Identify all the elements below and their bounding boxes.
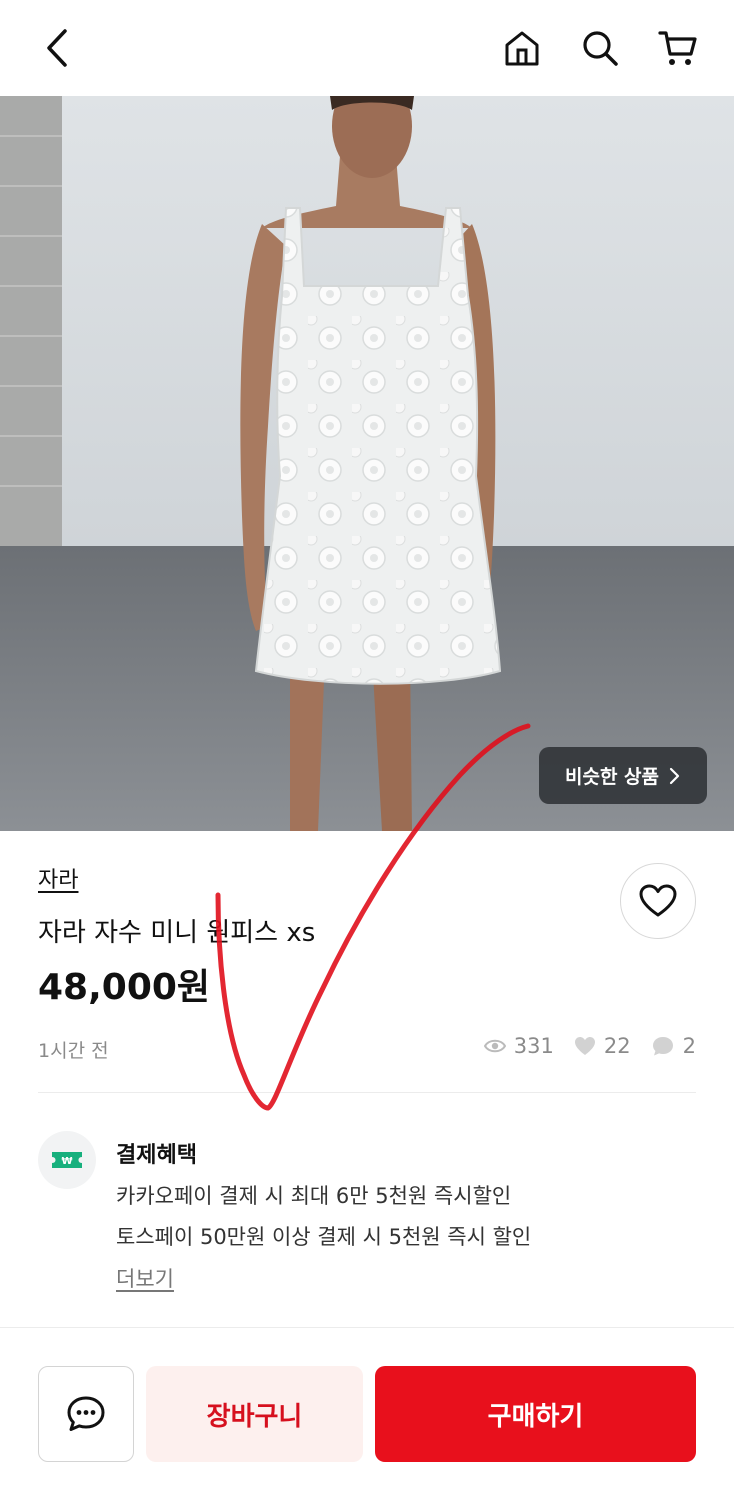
home-icon [505, 31, 539, 66]
likes-count: 22 [603, 1034, 631, 1058]
search-icon [583, 31, 618, 66]
benefit-line-tosspay: 토스페이 50만원 이상 결제 시 5천원 즉시 할인 [116, 1225, 532, 1249]
chats-count: 2 [682, 1034, 696, 1058]
payment-benefit-icon: ₩ [38, 1131, 96, 1189]
chevron-left-icon [47, 29, 67, 67]
divider [38, 1092, 696, 1093]
chat-bubble-icon [652, 1037, 673, 1056]
eye-icon [483, 1039, 506, 1053]
posted-time: 1시간 전 [38, 1040, 109, 1062]
product-title: 자라 자수 미니 원피스 xs [38, 918, 316, 948]
top-bar [0, 0, 734, 96]
buy-now-button[interactable]: 구매하기 [375, 1366, 696, 1462]
add-to-cart-button[interactable]: 장바구니 [146, 1366, 363, 1462]
product-stats: 331 22 2 [470, 1034, 696, 1058]
like-button[interactable] [620, 863, 696, 939]
back-button[interactable] [34, 24, 82, 72]
footer-divider [0, 1327, 734, 1328]
similar-products-label: 비슷한 상품 [564, 766, 659, 788]
likes-stat: 22 [574, 1034, 631, 1058]
chevron-right-icon [669, 767, 680, 784]
benefit-title: 결제혜택 [116, 1143, 197, 1168]
chat-button[interactable] [38, 1366, 134, 1462]
benefit-line-kakaopay: 카카오페이 결제 시 최대 6만 5천원 즉시할인 [116, 1184, 512, 1208]
more-link[interactable]: 더보기 [116, 1263, 174, 1293]
svg-text:₩: ₩ [61, 1156, 72, 1167]
heart-icon [639, 884, 677, 917]
chats-stat: 2 [651, 1034, 696, 1058]
cart-icon [658, 31, 697, 65]
brand-link[interactable]: 자라 [38, 862, 78, 894]
cart-button[interactable] [654, 24, 702, 72]
chat-icon [67, 1396, 105, 1431]
won-ticket-icon: ₩ [52, 1152, 82, 1168]
home-button[interactable] [498, 24, 546, 72]
heart-filled-icon [574, 1037, 595, 1055]
search-button[interactable] [576, 24, 624, 72]
product-price: 48,000원 [38, 967, 211, 1008]
views-stat: 331 [483, 1034, 554, 1058]
views-count: 331 [513, 1034, 554, 1058]
similar-products-button[interactable]: 비슷한 상품 [539, 747, 707, 804]
product-photo [0, 96, 734, 831]
product-image[interactable]: 비슷한 상품 [0, 96, 734, 831]
